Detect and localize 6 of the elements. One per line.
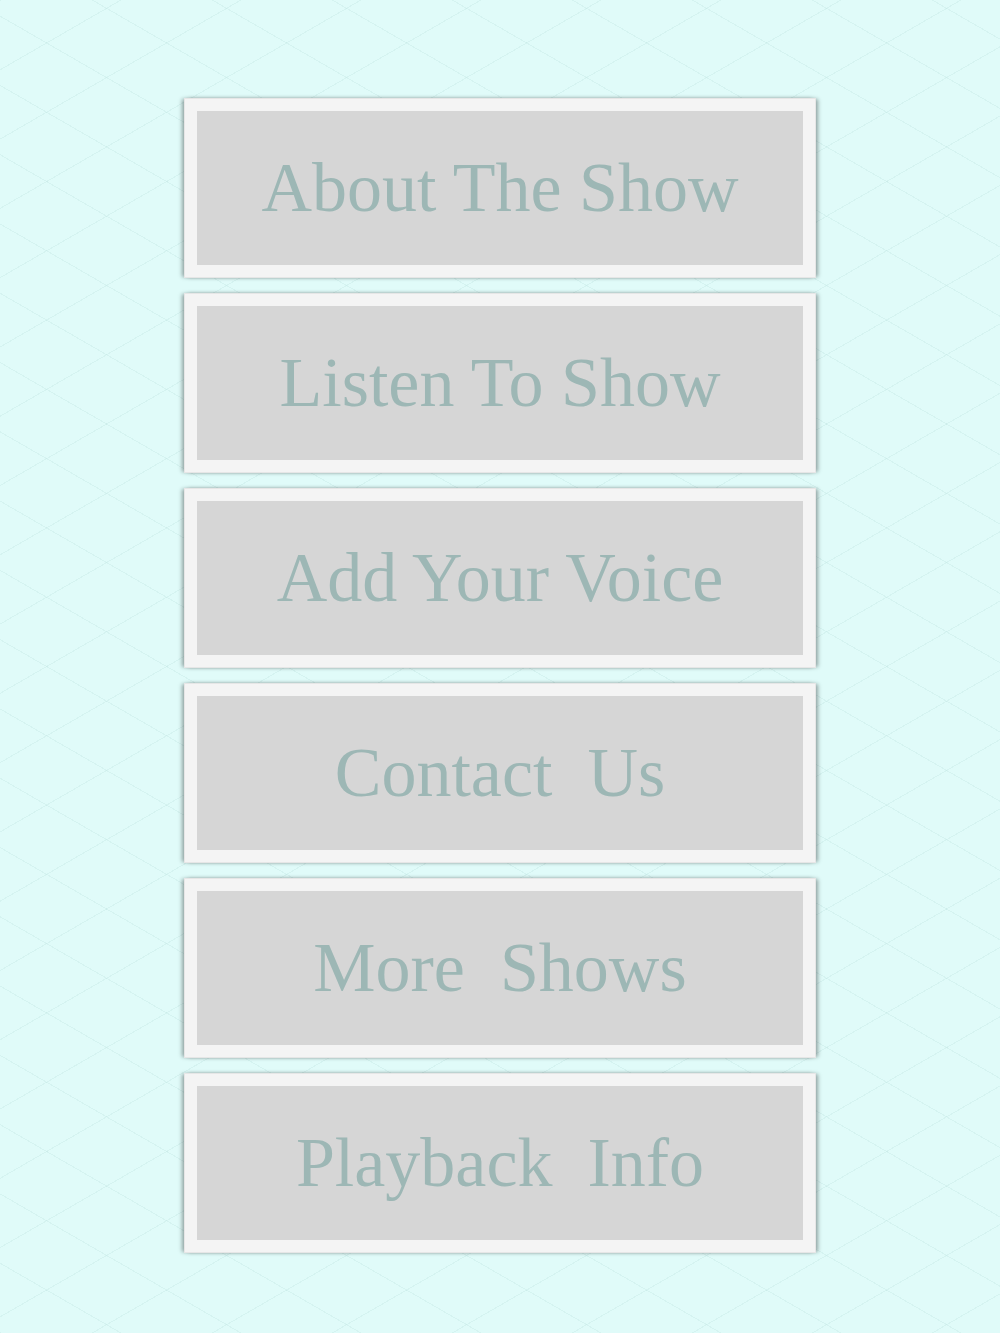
menu-button[interactable]: More Shows [184,878,816,1058]
menu-button[interactable]: Contact Us [184,683,816,863]
menu-button[interactable]: Add Your Voice [184,488,816,668]
menu-button[interactable]: Listen To Show [184,293,816,473]
menu-button[interactable]: About The Show [184,98,816,278]
menu-button[interactable]: Playback Info [184,1073,816,1253]
